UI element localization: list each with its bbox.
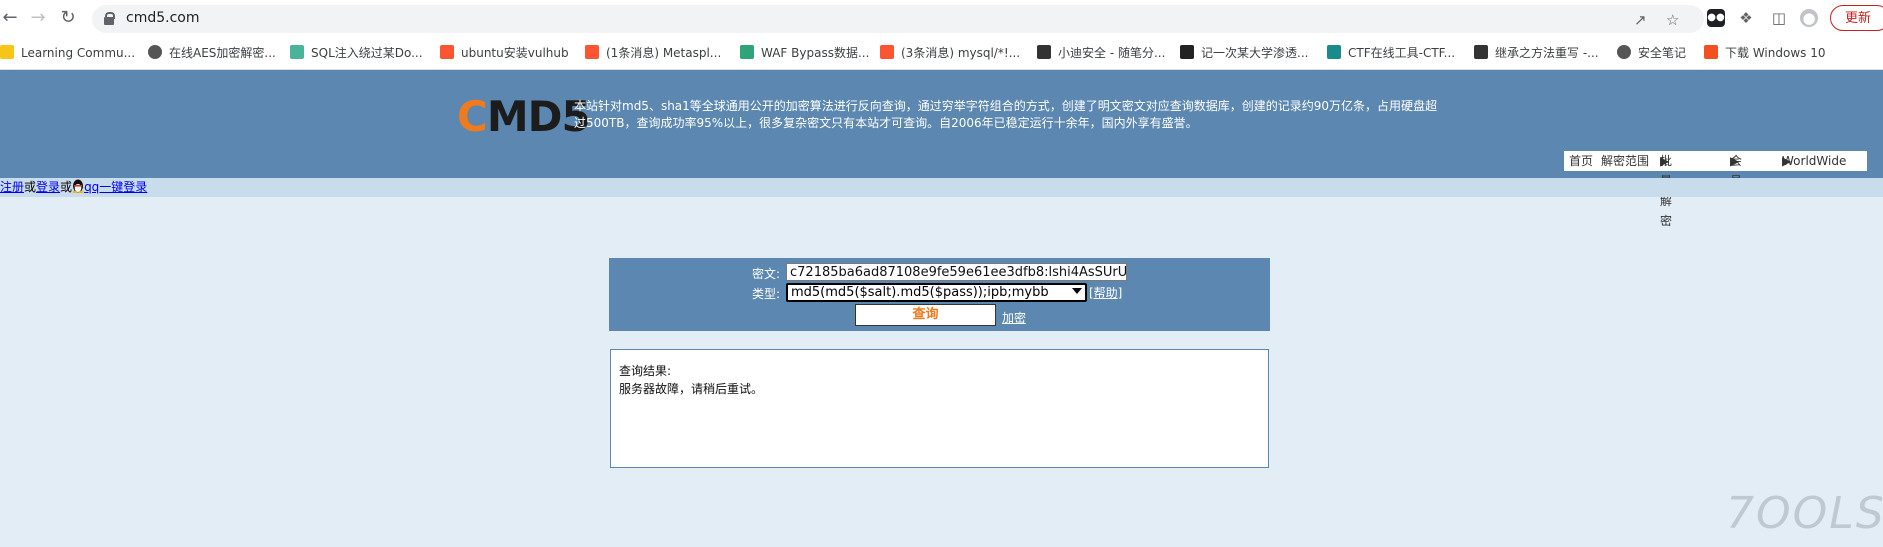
cipher-input[interactable]: c72185ba6ad87108e9fe59e61ee3dfb8:lshi4As… bbox=[786, 263, 1127, 281]
bookmark-item[interactable]: WAF Bypass数据... bbox=[740, 43, 869, 63]
bookmark-label: 小迪安全 - 随笔分... bbox=[1058, 46, 1166, 60]
encrypt-link[interactable]: 加密 bbox=[1002, 309, 1026, 326]
cmd5-logo[interactable]: CMD5 bbox=[457, 92, 591, 141]
bookmarks-bar: Learning Commu... 在线AES加密解密... SQL注入绕过某Do.… bbox=[0, 37, 1883, 70]
site-icon bbox=[1180, 45, 1194, 59]
nav-worldwide-label: WorldWide bbox=[1782, 154, 1847, 168]
bookmark-item[interactable]: 安全笔记 bbox=[1617, 43, 1686, 63]
register-link[interactable]: 注册 bbox=[0, 180, 24, 194]
update-button[interactable]: 更新 bbox=[1830, 5, 1883, 31]
url-text[interactable]: cmd5.com bbox=[126, 10, 199, 26]
tools-watermark-logo: 7OOLS bbox=[1726, 488, 1883, 539]
or-text: 或 bbox=[60, 180, 73, 194]
triangle-right-icon: ▶ bbox=[1730, 154, 1740, 168]
csdn-icon bbox=[585, 45, 599, 59]
shield-icon bbox=[740, 45, 754, 59]
nav-scope[interactable]: 解密范围 bbox=[1601, 151, 1649, 171]
folder-icon bbox=[0, 45, 14, 59]
reload-icon[interactable]: ↻ bbox=[58, 8, 78, 28]
login-link[interactable]: 登录 bbox=[36, 180, 60, 194]
result-title: 查询结果: bbox=[619, 364, 672, 378]
csdn-icon bbox=[440, 45, 454, 59]
qq-penguin-icon bbox=[72, 179, 84, 193]
bookmark-item[interactable]: ubuntu安装vulhub bbox=[440, 43, 569, 63]
login-bar: 注册或登录或 qq一键登录 bbox=[0, 178, 1883, 197]
top-nav: 首页 解密范围 批量解密 ▶ 会员 ▶ WorldWide ▶ bbox=[1564, 151, 1867, 228]
type-select-value: md5(md5($salt).md5($pass));ipb;mybb bbox=[791, 285, 1049, 300]
bookmark-item[interactable]: SQL注入绕过某Do... bbox=[290, 43, 423, 63]
lock-icon bbox=[104, 12, 115, 25]
bookmark-item[interactable]: (1条消息) Metaspl... bbox=[585, 43, 721, 63]
csdn-icon bbox=[880, 45, 894, 59]
bookmark-label: 在线AES加密解密... bbox=[169, 46, 276, 60]
triangle-right-icon: ▶ bbox=[1660, 154, 1670, 168]
bookmark-star-icon[interactable]: ☆ bbox=[1666, 11, 1679, 29]
type-select[interactable]: md5(md5($salt).md5($pass));ipb;mybb bbox=[786, 283, 1087, 302]
bookmark-item[interactable]: CTF在线工具-CTF... bbox=[1327, 43, 1455, 63]
bookmark-label: 下载 Windows 10 bbox=[1725, 46, 1826, 60]
bookmark-item[interactable]: 记一次某大学渗透... bbox=[1180, 43, 1308, 63]
puzzle-icon[interactable]: ❖ bbox=[1737, 9, 1755, 27]
qq-login-link[interactable]: qq一键登录 bbox=[84, 180, 147, 194]
triangle-right-icon: ▶ bbox=[1782, 154, 1792, 168]
help-link[interactable]: [帮助] bbox=[1089, 284, 1122, 301]
bookmark-label: Learning Commu... bbox=[21, 46, 136, 60]
globe-icon bbox=[1617, 45, 1631, 59]
bookmark-label: ubuntu安装vulhub bbox=[461, 46, 569, 60]
type-label: 类型: bbox=[752, 287, 781, 301]
bookmark-item[interactable]: 小迪安全 - 随笔分... bbox=[1037, 43, 1165, 63]
bookmark-item[interactable]: 在线AES加密解密... bbox=[148, 43, 276, 63]
bookmark-label: 安全笔记 bbox=[1638, 46, 1687, 60]
query-button[interactable]: 查询 bbox=[855, 304, 996, 326]
bookmark-label: 记一次某大学渗透... bbox=[1201, 46, 1309, 60]
bookmark-item[interactable]: 下载 Windows 10 bbox=[1704, 43, 1825, 63]
or-text: 或 bbox=[24, 180, 37, 194]
cipher-label: 密文: bbox=[752, 267, 781, 281]
side-panel-icon[interactable]: ◫ bbox=[1770, 9, 1788, 27]
ctf-icon bbox=[1327, 45, 1341, 59]
bookmark-label: WAF Bypass数据... bbox=[761, 46, 870, 60]
browser-toolbar: ← → ↻ cmd5.com ↗ ☆ ●● ❖ ◫ ● 更新 bbox=[0, 0, 1883, 37]
address-bar[interactable]: cmd5.com ↗ ☆ bbox=[92, 5, 1704, 33]
bookmark-label: (1条消息) Metaspl... bbox=[606, 46, 722, 60]
bookmark-label: CTF在线工具-CTF... bbox=[1348, 46, 1456, 60]
share-icon[interactable]: ↗ bbox=[1634, 11, 1647, 29]
bookmark-item[interactable]: (3条消息) mysql/*!... bbox=[880, 43, 1020, 63]
bookmark-label: (3条消息) mysql/*!... bbox=[901, 46, 1021, 60]
globe-icon bbox=[148, 45, 162, 59]
bookmark-item[interactable]: Learning Commu... bbox=[0, 43, 135, 63]
bookmark-label: 继承之方法重写 -... bbox=[1495, 46, 1599, 60]
nav-home[interactable]: 首页 bbox=[1569, 151, 1593, 171]
back-icon[interactable]: ← bbox=[0, 8, 20, 28]
cnblogs-icon bbox=[1037, 45, 1051, 59]
bookmark-item[interactable]: 继承之方法重写 -... bbox=[1474, 43, 1599, 63]
site-intro-text: 本站针对md5、sha1等全球通用公开的加密算法进行反向查询，通过穷举字符组合的… bbox=[574, 99, 1438, 130]
extension-icon[interactable]: ●● bbox=[1707, 9, 1725, 27]
bookmark-label: SQL注入绕过某Do... bbox=[311, 46, 423, 60]
cnblogs-icon bbox=[1474, 45, 1488, 59]
logo-letter-c: C bbox=[457, 92, 488, 141]
result-message: 服务器故障，请稍后重试。 bbox=[619, 382, 764, 396]
profile-avatar-icon[interactable]: ● bbox=[1800, 9, 1818, 27]
chevron-down-icon bbox=[1072, 288, 1082, 294]
result-box: 查询结果: 服务器故障，请稍后重试。 bbox=[610, 349, 1269, 468]
forward-icon[interactable]: → bbox=[28, 8, 48, 28]
site-icon bbox=[290, 45, 304, 59]
windows-icon bbox=[1704, 45, 1718, 59]
